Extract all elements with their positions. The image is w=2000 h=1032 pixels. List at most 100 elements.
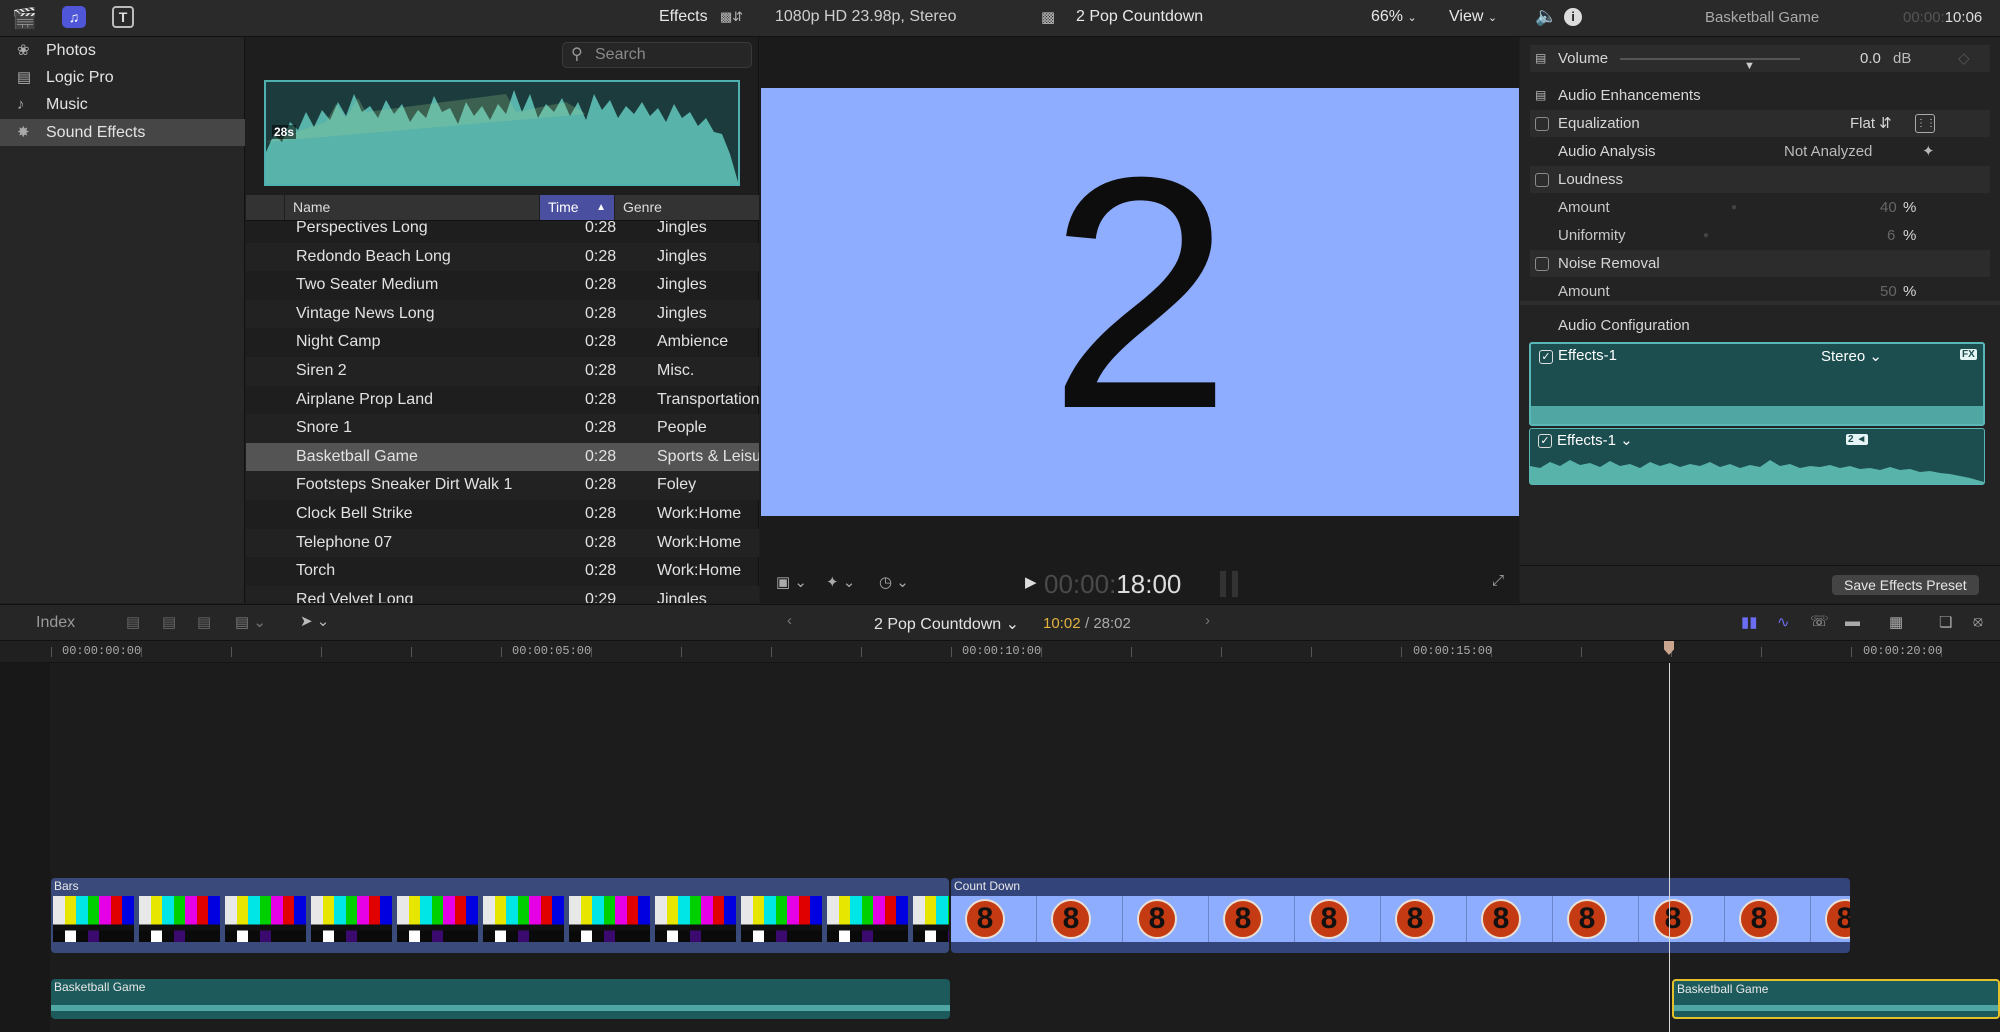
video-clip-countdown[interactable]: Count Down 88888888888888: [951, 878, 1850, 953]
video-clip-bars[interactable]: Bars: [51, 878, 949, 953]
play-icon[interactable]: ▶: [1025, 573, 1037, 591]
amount-value[interactable]: 40: [1880, 194, 1897, 221]
ruler-tick: [1851, 647, 1852, 657]
select-tool-icon[interactable]: ➤ ⌄: [300, 612, 329, 630]
transform-icon[interactable]: ▣ ⌄: [776, 573, 807, 591]
noise-removal-checkbox[interactable]: [1535, 257, 1549, 271]
audio-enhancements-header[interactable]: ▤ Audio Enhancements: [1530, 82, 1990, 109]
effects-label[interactable]: Effects: [659, 8, 708, 26]
list-item[interactable]: Red Velvet Long 0:29 Jingles: [246, 585, 759, 603]
column-header-time[interactable]: Time ▲: [539, 195, 614, 220]
list-item[interactable]: Basketball Game 0:28 Sports & Leisure: [246, 442, 759, 472]
transitions-browser-icon[interactable]: ⦻: [1973, 613, 1983, 630]
bars-swatch: [208, 896, 220, 942]
clip-appearance-icon[interactable]: ▦: [1889, 613, 1903, 631]
fx-badge[interactable]: FX: [1960, 349, 1977, 360]
volume-slider[interactable]: [1620, 58, 1800, 60]
overwrite-clip-icon[interactable]: ▤ ⌄: [235, 613, 266, 631]
effects-menu-icon[interactable]: ▩⇵: [720, 9, 743, 25]
search-input[interactable]: ⚲ Search: [562, 42, 752, 68]
sidebar-item-photos[interactable]: ❀ Photos: [0, 37, 245, 64]
solo-headphones-icon[interactable]: ☏: [1810, 612, 1829, 630]
analyze-wand-icon[interactable]: ✦: [1922, 138, 1935, 165]
insert-clip-icon[interactable]: ▤: [162, 613, 176, 631]
eq-dropdown[interactable]: Flat ⇵: [1850, 110, 1892, 137]
skimming-icon[interactable]: ▮▮: [1741, 613, 1758, 631]
audio-clip-basketball-selected[interactable]: Basketball Game: [1672, 979, 2000, 1019]
list-item[interactable]: Airplane Prop Land 0:28 Transportation: [246, 386, 759, 415]
equalization-checkbox[interactable]: [1535, 117, 1549, 131]
playhead-marker[interactable]: [1664, 641, 1674, 655]
countdown-leader-circle: 8: [1395, 899, 1435, 939]
volume-value[interactable]: 0.0: [1860, 45, 1881, 72]
volume-slider-knob[interactable]: ▼: [1744, 53, 1755, 80]
noise-amount-value[interactable]: 50: [1880, 278, 1897, 300]
zoom-dropdown[interactable]: 66% ⌄: [1371, 8, 1417, 26]
list-item[interactable]: Perspectives Long 0:28 Jingles: [246, 221, 759, 243]
loudness-checkbox[interactable]: [1535, 173, 1549, 187]
lane-checkbox[interactable]: ✓: [1538, 434, 1552, 448]
enhancements-disclosure-icon[interactable]: ▤: [1535, 82, 1546, 109]
lane-waveform: [1531, 406, 1983, 424]
info-inspector-icon[interactable]: i: [1564, 8, 1582, 26]
cell-time: 0:28: [585, 505, 617, 522]
effects-browser-toggle-icon[interactable]: ❏: [1939, 613, 1952, 631]
playhead-line[interactable]: [1669, 663, 1670, 1032]
audio-clip-basketball[interactable]: Basketball Game: [51, 979, 950, 1019]
audio-lane-stereo[interactable]: ✓ Effects-1 Stereo ⌄ FX: [1529, 342, 1985, 426]
list-item[interactable]: Night Camp 0:28 Ambience: [246, 328, 759, 357]
column-header-name[interactable]: Name: [284, 195, 539, 220]
list-item[interactable]: Torch 0:28 Work:Home: [246, 557, 759, 586]
cell-genre: Foley: [657, 476, 697, 494]
titles-icon[interactable]: T: [112, 6, 134, 28]
lane-name[interactable]: Effects-1 ⌄: [1557, 431, 1633, 449]
retime-speed-icon[interactable]: ◷ ⌄: [879, 573, 909, 591]
bars-swatch: [712, 896, 724, 942]
audio-inspector-icon[interactable]: 🔈: [1535, 6, 1557, 27]
timeline-ruler[interactable]: 00:00:00:00 00:00:05:00 00:00:10:00 00:0…: [0, 641, 2000, 663]
audio-lane-subrole[interactable]: ✓ Effects-1 ⌄ 2 ◄: [1529, 428, 1985, 485]
amount-slider-knob[interactable]: ●: [1731, 194, 1737, 221]
timeline-gutter: [0, 663, 50, 1032]
timeline-project-dropdown[interactable]: 2 Pop Countdown ⌄: [874, 614, 1019, 634]
list-item[interactable]: Snore 1 0:28 People: [246, 414, 759, 443]
list-item[interactable]: Two Seater Medium 0:28 Jingles: [246, 271, 759, 300]
sidebar-item-music[interactable]: ♪ Music: [0, 91, 245, 118]
save-effects-preset-button[interactable]: Save Effects Preset: [1832, 575, 1979, 595]
sidebar-item-logic-pro[interactable]: ▤ Logic Pro: [0, 64, 245, 91]
eq-graph-icon[interactable]: ⋮⋮: [1915, 114, 1936, 133]
list-item[interactable]: Vintage News Long 0:28 Jingles: [246, 299, 759, 329]
cell-time: 0:28: [585, 447, 617, 465]
snapping-icon[interactable]: ▬: [1845, 613, 1860, 630]
view-dropdown[interactable]: View ⌄: [1449, 8, 1497, 26]
photos-audio-icon[interactable]: ♫: [62, 6, 86, 28]
bars-swatch: [861, 896, 873, 942]
history-forward-icon[interactable]: ›: [1205, 612, 1210, 629]
index-button[interactable]: Index: [36, 614, 75, 632]
append-clip-icon[interactable]: ▤: [197, 613, 211, 631]
column-header-genre[interactable]: Genre: [614, 195, 759, 220]
history-back-icon[interactable]: ‹: [787, 612, 792, 629]
audio-skimming-icon[interactable]: ∿: [1777, 613, 1790, 631]
sidebar-item-sound-effects[interactable]: ✸ Sound Effects: [0, 119, 245, 146]
timeline-area[interactable]: Bars Count Down 88888888888888 Basketbal…: [0, 663, 2000, 1032]
list-item[interactable]: Telephone 07 0:28 Work:Home: [246, 528, 759, 558]
keyframe-icon[interactable]: ◇: [1958, 45, 1970, 72]
volume-disclosure-icon[interactable]: ▤: [1535, 45, 1546, 72]
enhance-wand-icon[interactable]: ✦ ⌄: [826, 573, 855, 591]
viewer-frame[interactable]: 2: [761, 88, 1519, 516]
fullscreen-icon[interactable]: ⤢: [1492, 572, 1504, 589]
inspector-divider[interactable]: [1520, 301, 2000, 305]
list-item[interactable]: Siren 2 0:28 Misc.: [246, 357, 759, 386]
lane-mode-dropdown[interactable]: Stereo ⌄: [1821, 347, 1882, 365]
list-item[interactable]: Clock Bell Strike 0:28 Work:Home: [246, 500, 759, 529]
connect-clip-icon[interactable]: ▤: [126, 613, 140, 631]
clapper-icon[interactable]: 🎬: [12, 6, 37, 31]
lane-checkbox[interactable]: ✓: [1539, 350, 1553, 364]
channel-badge[interactable]: 2 ◄: [1846, 434, 1869, 445]
list-item[interactable]: Redondo Beach Long 0:28 Jingles: [246, 242, 759, 272]
list-item[interactable]: Footsteps Sneaker Dirt Walk 1 0:28 Foley: [246, 471, 759, 500]
uniformity-slider-knob[interactable]: ●: [1703, 222, 1709, 249]
audio-filmstrip[interactable]: 28s: [264, 80, 740, 186]
uniformity-value[interactable]: 6: [1887, 222, 1895, 249]
